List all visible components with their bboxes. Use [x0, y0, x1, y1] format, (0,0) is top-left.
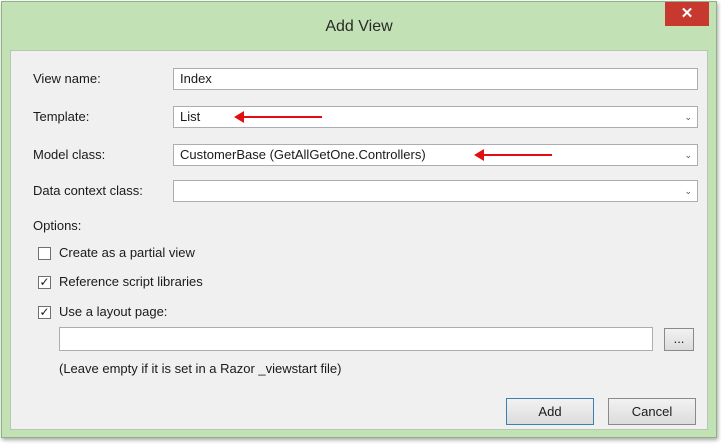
layout-page-label[interactable]: Use a layout page: [59, 304, 167, 319]
close-button[interactable]: ✕ [665, 2, 709, 26]
layout-hint-text: (Leave empty if it is set in a Razor _vi… [59, 361, 342, 376]
data-context-class-dropdown[interactable]: ⌄ [173, 180, 698, 202]
view-name-label: View name: [33, 71, 101, 86]
cancel-button-label: Cancel [631, 404, 673, 419]
annotation-arrow [474, 149, 552, 161]
data-context-class-label: Data context class: [33, 183, 143, 198]
chevron-down-icon: ⌄ [684, 186, 692, 196]
add-button-label: Add [538, 404, 562, 419]
chevron-down-icon: ⌄ [684, 150, 692, 160]
browse-label: ... [673, 331, 685, 346]
model-class-value: CustomerBase (GetAllGetOne.Controllers) [180, 147, 426, 162]
layout-page-path-input[interactable] [59, 327, 653, 351]
partial-view-label[interactable]: Create as a partial view [59, 245, 195, 260]
reference-scripts-label[interactable]: Reference script libraries [59, 274, 203, 289]
annotation-arrow [234, 111, 322, 123]
template-value: List [180, 109, 201, 124]
reference-scripts-checkbox[interactable]: ✓ [38, 276, 51, 289]
checkmark-icon: ✓ [39, 275, 50, 289]
template-label-text: Template: [33, 109, 90, 124]
cancel-button[interactable]: Cancel [608, 398, 696, 425]
layout-page-checkbox[interactable]: ✓ [38, 306, 51, 319]
dialog-title: Add View [325, 18, 393, 35]
browse-button[interactable]: ... [664, 328, 694, 351]
view-name-value: Index [180, 71, 212, 86]
partial-view-checkbox[interactable] [38, 247, 51, 260]
add-button[interactable]: Add [506, 398, 594, 425]
dialog-content: View name: Index Template: List ⌄ Model … [10, 50, 708, 430]
view-name-label-text: View name: [33, 71, 101, 86]
title-bar[interactable]: Add View ✕ [2, 2, 716, 50]
template-dropdown[interactable]: List ⌄ [173, 106, 698, 128]
template-label: Template: [33, 109, 89, 124]
chevron-down-icon: ⌄ [684, 112, 692, 122]
checkmark-icon: ✓ [39, 305, 50, 319]
model-class-label: Model class: [33, 147, 105, 162]
add-view-dialog: Add View ✕ View name: Index Template: Li… [1, 1, 717, 438]
view-name-input[interactable]: Index [173, 68, 698, 90]
options-heading: Options: [33, 218, 82, 233]
model-class-label-text: Model class: [33, 147, 106, 162]
data-context-class-label-text: Data context class: [33, 183, 143, 198]
model-class-dropdown[interactable]: CustomerBase (GetAllGetOne.Controllers) … [173, 144, 698, 166]
close-icon: ✕ [680, 5, 694, 22]
